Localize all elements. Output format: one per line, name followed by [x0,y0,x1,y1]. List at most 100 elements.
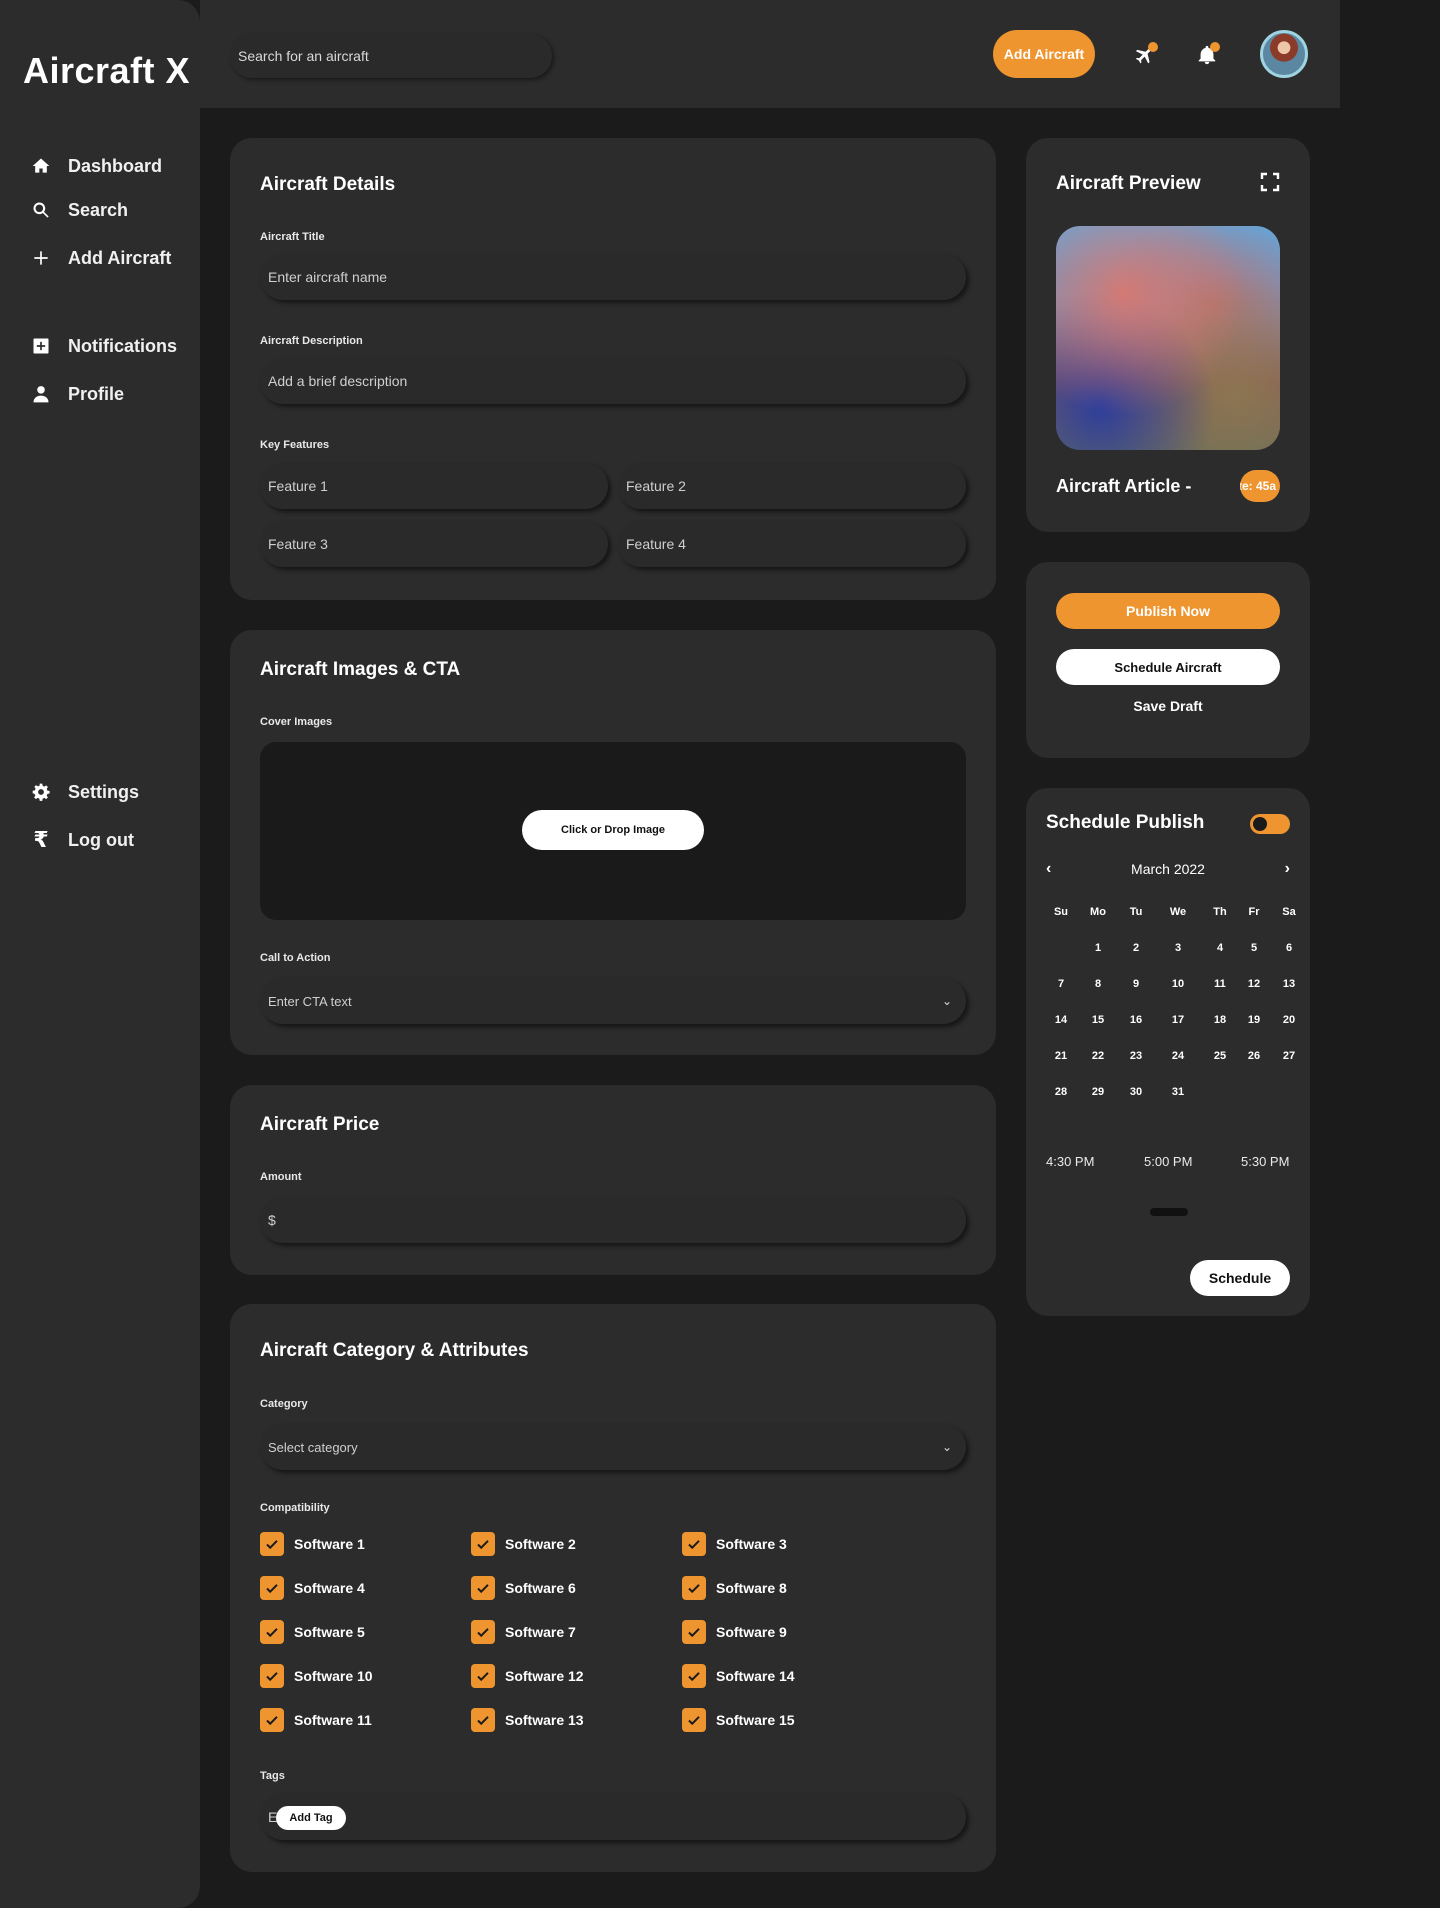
calendar-day[interactable]: 19 [1239,1014,1269,1026]
time-option[interactable]: 4:30 PM [1046,1154,1094,1169]
software-checkbox[interactable]: Software 10 [260,1664,373,1688]
calendar-day[interactable]: 31 [1163,1086,1193,1098]
chevron-down-icon: ⌄ [941,1440,952,1454]
schedule-aircraft-button[interactable]: Schedule Aircraft [1056,649,1280,685]
sidebar-item-logout[interactable]: ₹ Log out [30,827,134,852]
calendar-day[interactable]: 27 [1274,1050,1304,1062]
plus-icon [30,247,52,269]
calendar-day[interactable]: 28 [1046,1086,1076,1098]
article-title: Aircraft Article - [1056,476,1192,496]
software-checkbox[interactable]: Software 2 [471,1532,576,1556]
image-dropzone[interactable]: Click or Drop Image [260,742,966,920]
calendar-day[interactable]: 14 [1046,1014,1076,1026]
sidebar-item-profile[interactable]: Profile [30,383,124,405]
calendar-day[interactable]: 16 [1121,1014,1151,1026]
checkbox-label: Software 12 [505,1668,584,1684]
sidebar-item-notifications[interactable]: Notifications [30,335,177,357]
fullscreen-icon[interactable] [1260,172,1280,192]
software-checkbox[interactable]: Software 5 [260,1620,365,1644]
calendar-day[interactable]: 25 [1205,1050,1235,1062]
calendar-day[interactable]: 3 [1163,942,1193,954]
sidebar-item-settings[interactable]: Settings [30,781,139,803]
sidebar-item-add-aircraft[interactable]: Add Aircraft [30,247,171,269]
toggle-knob [1253,817,1267,831]
search-input[interactable]: Search for an aircraft [230,34,552,78]
aircraft-description-input[interactable]: Add a brief description [260,358,966,404]
bell-icon[interactable] [1192,40,1222,70]
category-select[interactable]: Select category ⌄ [260,1424,966,1470]
software-checkbox[interactable]: Software 9 [682,1620,787,1644]
software-checkbox[interactable]: Software 7 [471,1620,576,1644]
chevron-right-icon[interactable]: › [1285,860,1290,878]
calendar-day[interactable]: 24 [1163,1050,1193,1062]
calendar-day[interactable]: 1 [1083,942,1113,954]
time-option[interactable]: 5:00 PM [1144,1154,1192,1169]
software-checkbox[interactable]: Software 15 [682,1708,795,1732]
chevron-left-icon[interactable]: ‹ [1046,860,1051,878]
software-checkbox[interactable]: Software 14 [682,1664,795,1688]
calendar-day[interactable]: 8 [1083,978,1113,990]
user-icon [30,383,52,405]
tags-input[interactable]: E Add Tag [260,1794,966,1840]
calendar-day[interactable]: 17 [1163,1014,1193,1026]
drop-image-button[interactable]: Click or Drop Image [522,810,704,850]
feature-2-input[interactable]: Feature 2 [618,463,966,509]
calendar-day[interactable]: 5 [1239,942,1269,954]
sidebar-item-search[interactable]: Search [30,199,128,221]
airplane-icon[interactable] [1130,40,1160,70]
checkbox-label: Software 10 [294,1668,373,1684]
add-tag-button[interactable]: Add Tag [276,1806,346,1830]
calendar-day[interactable]: 11 [1205,978,1235,990]
sidebar-item-label: Add Aircraft [68,247,172,268]
calendar-day[interactable]: 12 [1239,978,1269,990]
add-aircraft-button[interactable]: Add Aircraft [993,30,1095,78]
publish-now-button[interactable]: Publish Now [1056,593,1280,629]
software-checkbox[interactable]: Software 11 [260,1708,372,1732]
calendar-day[interactable]: 6 [1274,942,1304,954]
schedule-toggle[interactable] [1250,814,1290,834]
calendar-day[interactable]: 29 [1083,1086,1113,1098]
input-placeholder: Feature 2 [626,478,686,494]
calendar-day[interactable]: 4 [1205,942,1235,954]
calendar-day[interactable]: 7 [1046,978,1076,990]
checkbox-label: Software 6 [505,1580,576,1596]
input-placeholder: Enter aircraft name [268,269,388,285]
software-checkbox[interactable]: Software 4 [260,1576,365,1600]
calendar-day[interactable]: 13 [1274,978,1304,990]
amount-input[interactable]: $ [260,1197,966,1243]
software-checkbox[interactable]: Software 12 [471,1664,584,1688]
calendar-day[interactable]: 20 [1274,1014,1304,1026]
aircraft-title-input[interactable]: Enter aircraft name [260,254,966,300]
calendar-day[interactable]: 22 [1083,1050,1113,1062]
calendar-day[interactable]: 30 [1121,1086,1151,1098]
time-option[interactable]: 5:30 PM [1241,1154,1289,1169]
software-checkbox[interactable]: Software 8 [682,1576,787,1600]
calendar-day[interactable]: 2 [1121,942,1151,954]
feature-3-input[interactable]: Feature 3 [260,521,608,567]
calendar-day[interactable]: 26 [1239,1050,1269,1062]
schedule-button[interactable]: Schedule [1190,1260,1290,1296]
feature-4-input[interactable]: Feature 4 [618,521,966,567]
calendar-day[interactable]: 15 [1083,1014,1113,1026]
software-checkbox[interactable]: Software 3 [682,1532,787,1556]
calendar-day[interactable]: 23 [1121,1050,1151,1062]
save-draft-button[interactable]: Save Draft [1056,698,1280,714]
sidebar-item-dashboard[interactable]: Dashboard [30,155,162,177]
checkbox-checked-icon [471,1532,495,1556]
calendar-day[interactable]: 21 [1046,1050,1076,1062]
cta-select[interactable]: Enter CTA text ⌄ [260,978,966,1024]
software-checkbox[interactable]: Software 13 [471,1708,584,1732]
software-checkbox[interactable]: Software 6 [471,1576,576,1600]
checkbox-label: Software 9 [716,1624,787,1640]
feature-1-input[interactable]: Feature 1 [260,463,608,509]
home-icon [30,155,52,177]
time-scroll-indicator[interactable] [1150,1208,1188,1216]
checkbox-checked-icon [682,1576,706,1600]
software-checkbox[interactable]: Software 1 [260,1532,365,1556]
calendar-day[interactable]: 9 [1121,978,1151,990]
calendar-day[interactable]: 18 [1205,1014,1235,1026]
calendar-day[interactable]: 10 [1163,978,1193,990]
avatar[interactable] [1260,30,1308,78]
checkbox-checked-icon [260,1576,284,1600]
aircraft-details-card: Aircraft Details Aircraft Title Enter ai… [230,138,996,600]
